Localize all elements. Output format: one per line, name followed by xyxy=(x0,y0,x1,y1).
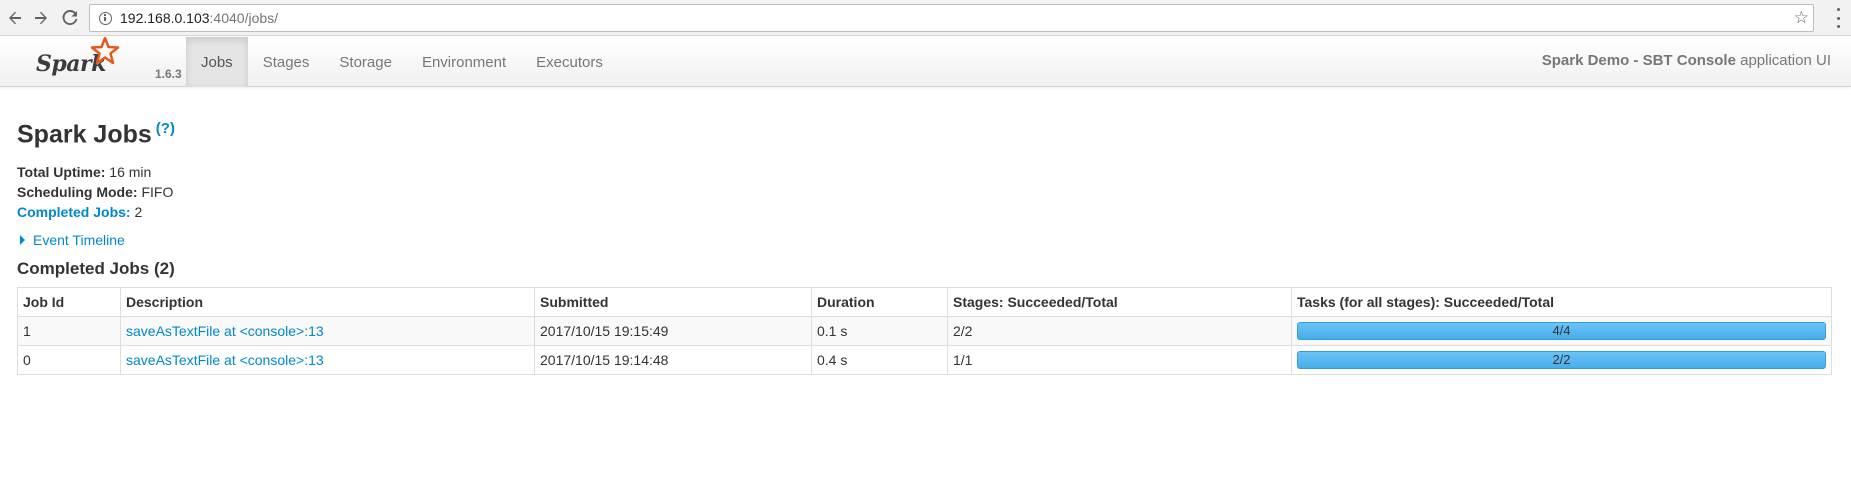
application-name: Spark Demo - SBT Console application UI xyxy=(1541,52,1831,69)
help-link[interactable]: (?) xyxy=(156,120,175,137)
tasks-progress-bar: 2/2 xyxy=(1297,351,1826,370)
job-id-cell: 0 xyxy=(17,345,121,376)
tasks-cell: 2/2 xyxy=(1291,345,1832,376)
address-bar[interactable]: 192.168.0.103:4040/jobs/ ☆ xyxy=(89,4,1814,32)
stages-cell: 1/1 xyxy=(947,345,1292,376)
spark-navbar: Spark 1.6.3 Jobs Stages Storage Environm… xyxy=(0,36,1851,87)
tasks-progress-bar: 4/4 xyxy=(1297,322,1826,341)
bookmark-star-icon[interactable]: ☆ xyxy=(1794,8,1809,28)
spark-logo[interactable]: Spark 1.6.3 xyxy=(36,36,182,83)
header-stages[interactable]: Stages: Succeeded/Total xyxy=(947,287,1292,318)
table-row: 0 saveAsTextFile at <console>:13 2017/10… xyxy=(17,345,1832,376)
job-id-cell: 1 xyxy=(17,316,121,347)
reload-icon[interactable] xyxy=(58,6,82,30)
tab-storage[interactable]: Storage xyxy=(324,37,407,87)
completed-jobs-link[interactable]: Completed Jobs: xyxy=(17,204,131,220)
completed-jobs-table: Job Id Description Submitted Duration St… xyxy=(17,287,1832,376)
page-title: Spark Jobs (?) xyxy=(17,120,175,149)
submitted-cell: 2017/10/15 19:15:49 xyxy=(534,316,812,347)
header-job-id[interactable]: Job Id xyxy=(17,287,121,318)
table-row: 1 saveAsTextFile at <console>:13 2017/10… xyxy=(17,316,1832,347)
header-description[interactable]: Description xyxy=(120,287,535,318)
summary-list: Total Uptime: 16 min Scheduling Mode: FI… xyxy=(17,162,1833,222)
duration-cell: 0.1 s xyxy=(811,316,948,347)
spark-version: 1.6.3 xyxy=(155,67,182,81)
job-description-link[interactable]: saveAsTextFile at <console>:13 xyxy=(126,323,324,339)
spark-star-icon xyxy=(90,36,120,65)
nav-tabs: Jobs Stages Storage Environment Executor… xyxy=(186,37,618,87)
tasks-cell: 4/4 xyxy=(1291,316,1832,347)
scheduling-mode: Scheduling Mode: FIFO xyxy=(17,184,174,201)
tab-executors[interactable]: Executors xyxy=(521,37,618,87)
stages-cell: 2/2 xyxy=(947,316,1292,347)
header-duration[interactable]: Duration xyxy=(811,287,948,318)
header-submitted[interactable]: Submitted xyxy=(534,287,812,318)
table-header-row: Job Id Description Submitted Duration St… xyxy=(17,287,1832,318)
forward-arrow-icon[interactable] xyxy=(29,6,53,30)
duration-cell: 0.4 s xyxy=(811,345,948,376)
tab-stages[interactable]: Stages xyxy=(248,37,325,87)
submitted-cell: 2017/10/15 19:14:48 xyxy=(534,345,812,376)
completed-jobs-count: Completed Jobs: 2 xyxy=(17,204,143,221)
total-uptime: Total Uptime: 16 min xyxy=(17,164,152,181)
description-cell: saveAsTextFile at <console>:13 xyxy=(120,316,535,347)
browser-toolbar: 192.168.0.103:4040/jobs/ ☆ xyxy=(0,0,1851,36)
header-tasks[interactable]: Tasks (for all stages): Succeeded/Total xyxy=(1291,287,1832,318)
browser-menu-icon[interactable] xyxy=(1837,8,1841,28)
site-info-icon[interactable] xyxy=(99,11,112,25)
event-timeline-toggle[interactable]: Event Timeline xyxy=(17,232,1833,248)
description-cell: saveAsTextFile at <console>:13 xyxy=(120,345,535,376)
completed-jobs-title: Completed Jobs (2) xyxy=(17,259,175,279)
main-content: Spark Jobs (?) Total Uptime: 16 min Sched… xyxy=(17,88,1833,376)
back-arrow-icon[interactable] xyxy=(3,6,27,30)
job-description-link[interactable]: saveAsTextFile at <console>:13 xyxy=(126,352,324,368)
expand-arrow-icon xyxy=(20,235,25,246)
tab-environment[interactable]: Environment xyxy=(407,37,521,87)
url-text: 192.168.0.103:4040/jobs/ xyxy=(120,10,279,26)
tab-jobs[interactable]: Jobs xyxy=(186,37,248,87)
